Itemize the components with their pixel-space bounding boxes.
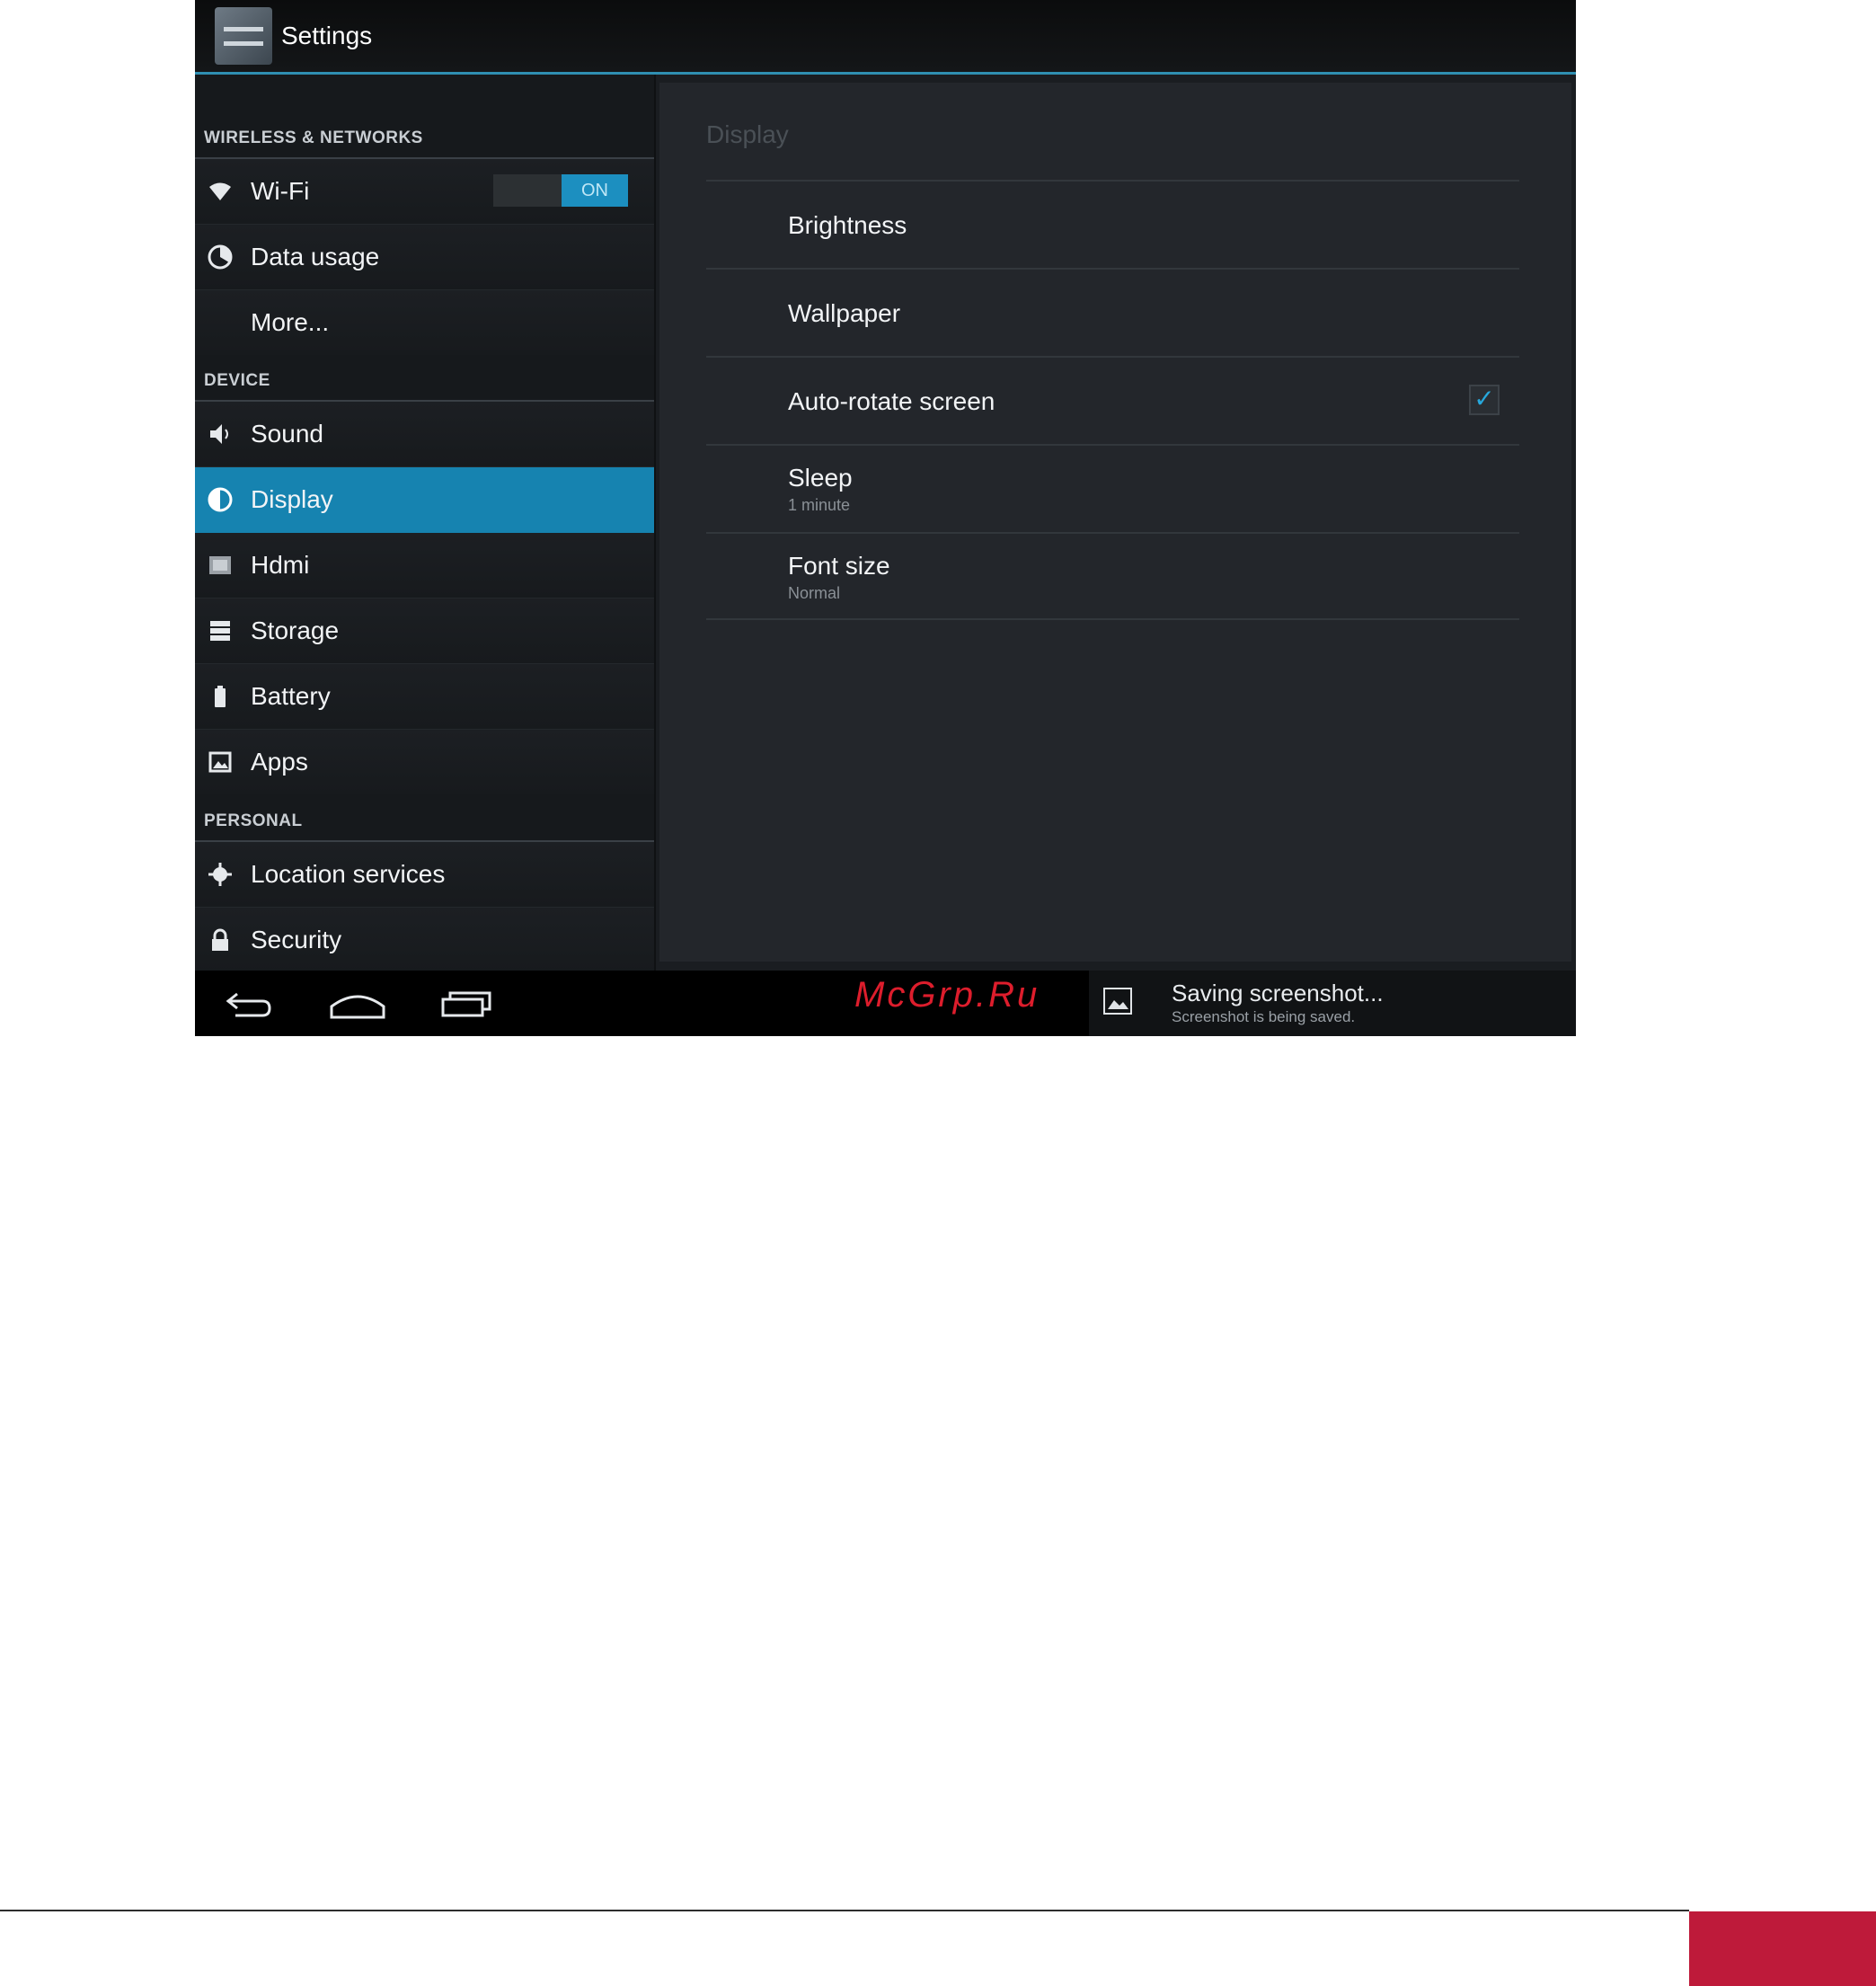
sidebar-item-display[interactable]: Display bbox=[195, 467, 654, 533]
location-icon bbox=[208, 862, 233, 887]
sidebar-item-label: Wi-Fi bbox=[251, 177, 310, 205]
tablet-screen: Settings WIRELESS & NETWORKS Wi-Fi ON Da… bbox=[195, 0, 1576, 1036]
notification-title: Saving screenshot... bbox=[1172, 980, 1384, 1006]
data-usage-icon bbox=[208, 244, 233, 270]
section-header-wireless: WIRELESS & NETWORKS bbox=[204, 129, 423, 147]
pref-wallpaper[interactable]: Wallpaper bbox=[706, 270, 1519, 356]
speaker-icon bbox=[208, 421, 233, 447]
sidebar-item-label: Hdmi bbox=[251, 551, 310, 579]
display-icon bbox=[208, 487, 233, 512]
sidebar-item-hdmi[interactable]: Hdmi bbox=[195, 533, 654, 598]
sidebar-item-battery[interactable]: Battery bbox=[195, 664, 654, 730]
sidebar-item-label: Battery bbox=[251, 682, 331, 710]
sidebar-item-label: Data usage bbox=[251, 243, 380, 270]
settings-sidebar: WIRELESS & NETWORKS Wi-Fi ON Data usage … bbox=[195, 75, 656, 973]
sidebar-item-label: Storage bbox=[251, 616, 340, 644]
sidebar-item-data-usage[interactable]: Data usage bbox=[195, 225, 654, 290]
pref-auto-rotate-screen[interactable]: Auto-rotate screen ✓ bbox=[706, 358, 1519, 444]
hdmi-icon bbox=[208, 553, 233, 578]
pref-title: Auto-rotate screen bbox=[788, 387, 996, 415]
wifi-toggle[interactable]: ON bbox=[493, 174, 628, 207]
back-icon[interactable] bbox=[217, 981, 280, 1026]
pref-title: Brightness bbox=[788, 211, 907, 239]
pref-summary: Normal bbox=[788, 584, 841, 602]
sidebar-item-label: Sound bbox=[251, 420, 323, 448]
storage-icon bbox=[208, 618, 233, 643]
pref-title: Sleep bbox=[788, 464, 853, 492]
sidebar-item-label: More... bbox=[251, 308, 330, 336]
pane-title: Display bbox=[706, 120, 789, 148]
recent-apps-icon[interactable] bbox=[436, 981, 499, 1026]
sidebar-item-wifi[interactable]: Wi-Fi ON bbox=[195, 159, 654, 225]
screenshot-notification[interactable]: Saving screenshot... Screenshot is being… bbox=[1089, 971, 1576, 1036]
sidebar-item-label: Location services bbox=[251, 860, 446, 888]
sidebar-item-location-services[interactable]: Location services bbox=[195, 842, 654, 908]
sidebar-item-security[interactable]: Security bbox=[195, 908, 654, 973]
section-header-personal: PERSONAL bbox=[204, 811, 303, 830]
pref-brightness[interactable]: Brightness bbox=[706, 182, 1519, 268]
pref-title: Wallpaper bbox=[788, 299, 901, 327]
battery-icon bbox=[208, 684, 233, 709]
sidebar-item-apps[interactable]: Apps bbox=[195, 730, 654, 794]
sidebar-item-label: Security bbox=[251, 926, 342, 953]
pane-divider bbox=[706, 618, 1519, 620]
sidebar-item-label: Display bbox=[251, 485, 333, 513]
page-footer-rule bbox=[0, 1910, 1689, 1911]
pref-font-size[interactable]: Font size Normal bbox=[706, 534, 1519, 620]
pref-sleep[interactable]: Sleep 1 minute bbox=[706, 446, 1519, 532]
pref-summary: 1 minute bbox=[788, 496, 851, 514]
sidebar-item-storage[interactable]: Storage bbox=[195, 598, 654, 664]
sidebar-item-sound[interactable]: Sound bbox=[195, 402, 654, 467]
sidebar-item-more[interactable]: More... bbox=[195, 290, 654, 355]
apps-icon bbox=[208, 749, 233, 775]
sidebar-item-label: Apps bbox=[251, 748, 308, 776]
section-header-device: DEVICE bbox=[204, 371, 270, 390]
page-footer-block bbox=[1689, 1911, 1876, 1986]
image-icon bbox=[1103, 988, 1132, 1015]
lock-icon bbox=[208, 927, 233, 953]
notification-text: Screenshot is being saved. bbox=[1172, 1008, 1356, 1025]
watermark: McGrp.Ru bbox=[854, 975, 1040, 1015]
pref-title: Font size bbox=[788, 552, 890, 580]
action-bar: Settings bbox=[195, 0, 1576, 75]
wifi-icon bbox=[208, 179, 233, 204]
app-title: Settings bbox=[281, 22, 373, 49]
auto-rotate-checkbox[interactable]: ✓ bbox=[1469, 385, 1500, 415]
display-settings-pane: Display Brightness Wallpaper Auto-rotate… bbox=[659, 83, 1571, 962]
settings-app-icon[interactable] bbox=[215, 7, 272, 65]
home-icon[interactable] bbox=[326, 981, 389, 1026]
wifi-toggle-on-label: ON bbox=[562, 174, 628, 207]
